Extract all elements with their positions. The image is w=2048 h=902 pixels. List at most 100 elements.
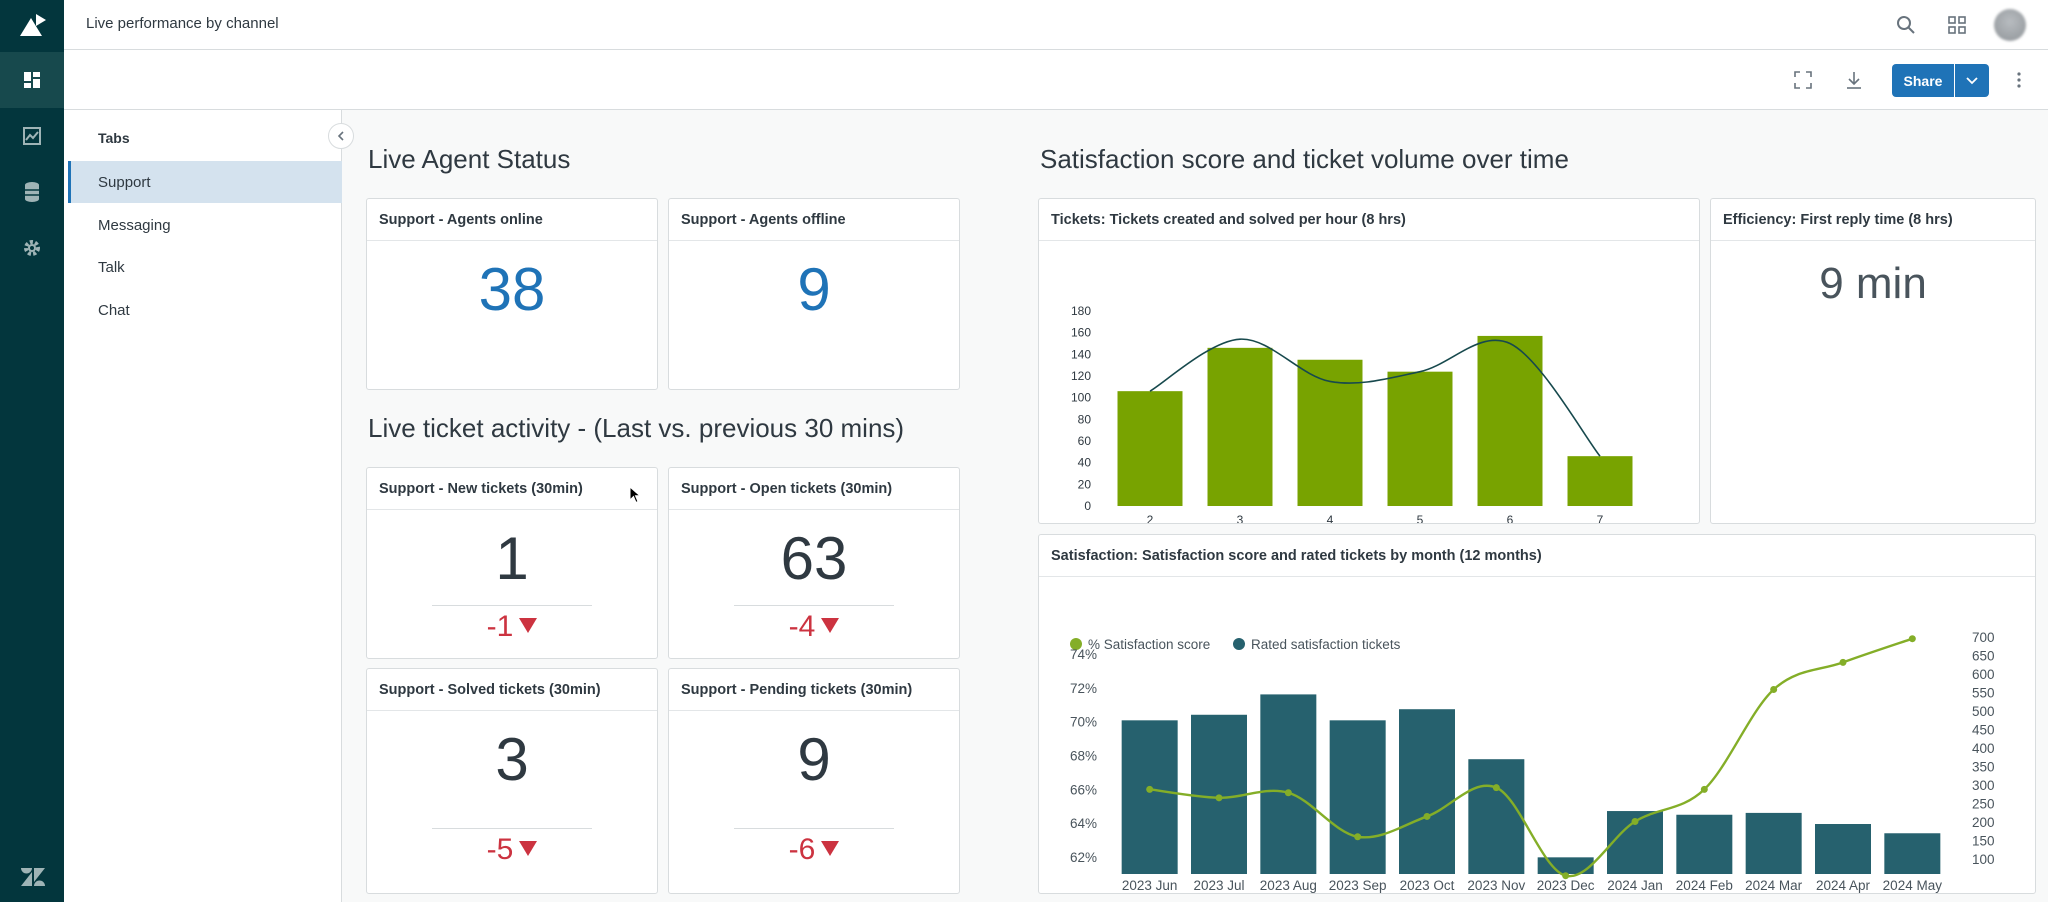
decrease-triangle-icon	[821, 841, 840, 856]
x-tick-label: 2023 Aug	[1260, 878, 1317, 893]
x-tick-label: 5	[1417, 513, 1424, 523]
satisfaction-point	[1770, 685, 1778, 693]
right-y-tick-label: 150	[1972, 834, 1995, 849]
x-tick-label: 2023 Jun	[1122, 878, 1178, 893]
agents-offline-value: 9	[797, 256, 831, 323]
left-y-tick-label: 72%	[1070, 681, 1097, 696]
share-button[interactable]: Share	[1892, 64, 1954, 97]
satisfaction-point	[1423, 812, 1431, 820]
card-title: Support - Pending tickets (30min)	[669, 669, 959, 711]
product-logo-icon[interactable]	[18, 12, 48, 38]
reports-nav-icon[interactable]	[0, 108, 64, 164]
settings-gear-icon[interactable]	[0, 220, 64, 276]
agents-online-value: 38	[478, 256, 546, 323]
chevron-down-icon	[1966, 76, 1978, 84]
user-avatar[interactable]	[1994, 9, 2026, 41]
decrease-triangle-icon	[519, 841, 538, 856]
fullscreen-icon[interactable]	[1790, 67, 1816, 93]
card-title: Support - Solved tickets (30min)	[367, 669, 657, 711]
app-rail	[0, 0, 64, 902]
agents-online-card[interactable]: Support - Agents online 38	[366, 198, 658, 390]
right-y-tick-label: 250	[1972, 797, 1995, 812]
y-tick-label: 100	[1071, 391, 1091, 405]
tab-support[interactable]: Support	[68, 161, 342, 203]
pending-tickets-card[interactable]: Support - Pending tickets (30min) 9 -6	[668, 668, 960, 894]
solved-tickets-card[interactable]: Support - Solved tickets (30min) 3 -5	[366, 668, 658, 894]
right-y-tick-label: 100	[1972, 852, 1995, 867]
page-title: Live performance by channel	[86, 15, 279, 32]
collapse-sidebar-button[interactable]	[328, 123, 354, 149]
card-title: Support - Open tickets (30min)	[669, 468, 959, 510]
card-title: Support - Agents online	[367, 199, 657, 241]
x-tick-label: 2024 Mar	[1745, 878, 1803, 893]
decrease-triangle-icon	[821, 618, 840, 633]
tabs-sidebar: Tabs Support Messaging Talk Chat	[64, 110, 342, 902]
x-tick-label: 2023 Dec	[1537, 878, 1595, 893]
zendesk-logo-icon[interactable]	[20, 866, 46, 888]
search-icon[interactable]	[1893, 12, 1919, 38]
bar	[1387, 371, 1453, 506]
right-y-tick-label: 450	[1972, 723, 1995, 738]
card-divider	[432, 605, 592, 606]
new-tickets-card[interactable]: Support - New tickets (30min) 1 -1	[366, 467, 658, 659]
bar	[1745, 812, 1802, 874]
datasets-nav-icon[interactable]	[0, 164, 64, 220]
satisfaction-point	[1284, 789, 1292, 797]
card-divider	[734, 828, 894, 829]
decrease-triangle-icon	[519, 618, 538, 633]
apps-grid-icon[interactable]	[1944, 12, 1970, 38]
open-tickets-card[interactable]: Support - Open tickets (30min) 63 -4	[668, 467, 960, 659]
x-tick-label: 2023 Jul	[1193, 878, 1244, 893]
right-y-tick-label: 600	[1972, 667, 1995, 682]
new-tickets-value: 1	[495, 525, 529, 592]
left-y-tick-label: 68%	[1070, 749, 1097, 764]
share-options-button[interactable]	[1955, 64, 1989, 97]
satisfaction-point	[1631, 818, 1639, 826]
bar	[1884, 833, 1941, 874]
download-icon[interactable]	[1841, 67, 1867, 93]
bar	[1468, 759, 1525, 874]
agents-offline-card[interactable]: Support - Agents offline 9	[668, 198, 960, 390]
y-tick-label: 140	[1071, 347, 1091, 361]
bar	[1121, 720, 1178, 874]
left-y-tick-label: 70%	[1070, 715, 1097, 730]
chevron-left-icon	[337, 131, 344, 141]
tab-messaging[interactable]: Messaging	[68, 204, 342, 246]
y-tick-label: 160	[1071, 326, 1091, 340]
tab-talk[interactable]: Talk	[68, 246, 342, 288]
satisfaction-point	[1215, 794, 1223, 802]
satisfaction-point	[1562, 872, 1570, 880]
y-tick-label: 60	[1078, 434, 1092, 448]
satisfaction-card[interactable]: Satisfaction: Satisfaction score and rat…	[1038, 534, 2036, 894]
agent-status-heading: Live Agent Status	[368, 144, 571, 174]
legend-label-rated: Rated satisfaction tickets	[1251, 637, 1401, 652]
bar	[1207, 347, 1273, 506]
card-title: Support - New tickets (30min)	[367, 468, 657, 510]
left-y-tick-label: 64%	[1070, 816, 1097, 831]
right-y-tick-label: 650	[1972, 649, 1995, 664]
ticket-activity-heading: Live ticket activity - (Last vs. previou…	[368, 413, 905, 443]
right-y-tick-label: 550	[1972, 686, 1995, 701]
open-tickets-value: 63	[780, 525, 848, 592]
bar	[1676, 814, 1733, 874]
new-tickets-delta: -1	[367, 610, 657, 644]
tickets-per-hour-card[interactable]: Tickets: Tickets created and solved per …	[1038, 198, 1700, 527]
x-tick-label: 2024 May	[1883, 878, 1943, 893]
solved-tickets-delta: -5	[367, 833, 657, 867]
first-reply-time-card[interactable]: Efficiency: First reply time (8 hrs) 9 m…	[1710, 198, 2036, 524]
right-y-tick-label: 200	[1972, 815, 1995, 830]
tab-chat[interactable]: Chat	[68, 289, 342, 331]
bar	[1567, 456, 1633, 506]
card-divider	[734, 605, 894, 606]
satisfaction-point	[1908, 635, 1916, 643]
y-tick-label: 20	[1078, 477, 1092, 491]
top-bar: Live performance by channel	[64, 0, 2048, 50]
x-tick-label: 2024 Feb	[1676, 878, 1733, 893]
more-options-icon[interactable]	[2006, 67, 2032, 93]
bar	[1815, 824, 1871, 874]
x-tick-label: 7	[1597, 513, 1604, 523]
dashboards-nav-icon[interactable]	[0, 52, 64, 108]
x-tick-label: 4	[1327, 513, 1334, 523]
satisfaction-chart: % Satisfaction score Rated satisfaction t…	[1070, 630, 1995, 893]
tickets-per-hour-chart: 0 20 40 60 80 100 120 140 160 180 2 3 4 5 6 7	[1071, 304, 1633, 527]
